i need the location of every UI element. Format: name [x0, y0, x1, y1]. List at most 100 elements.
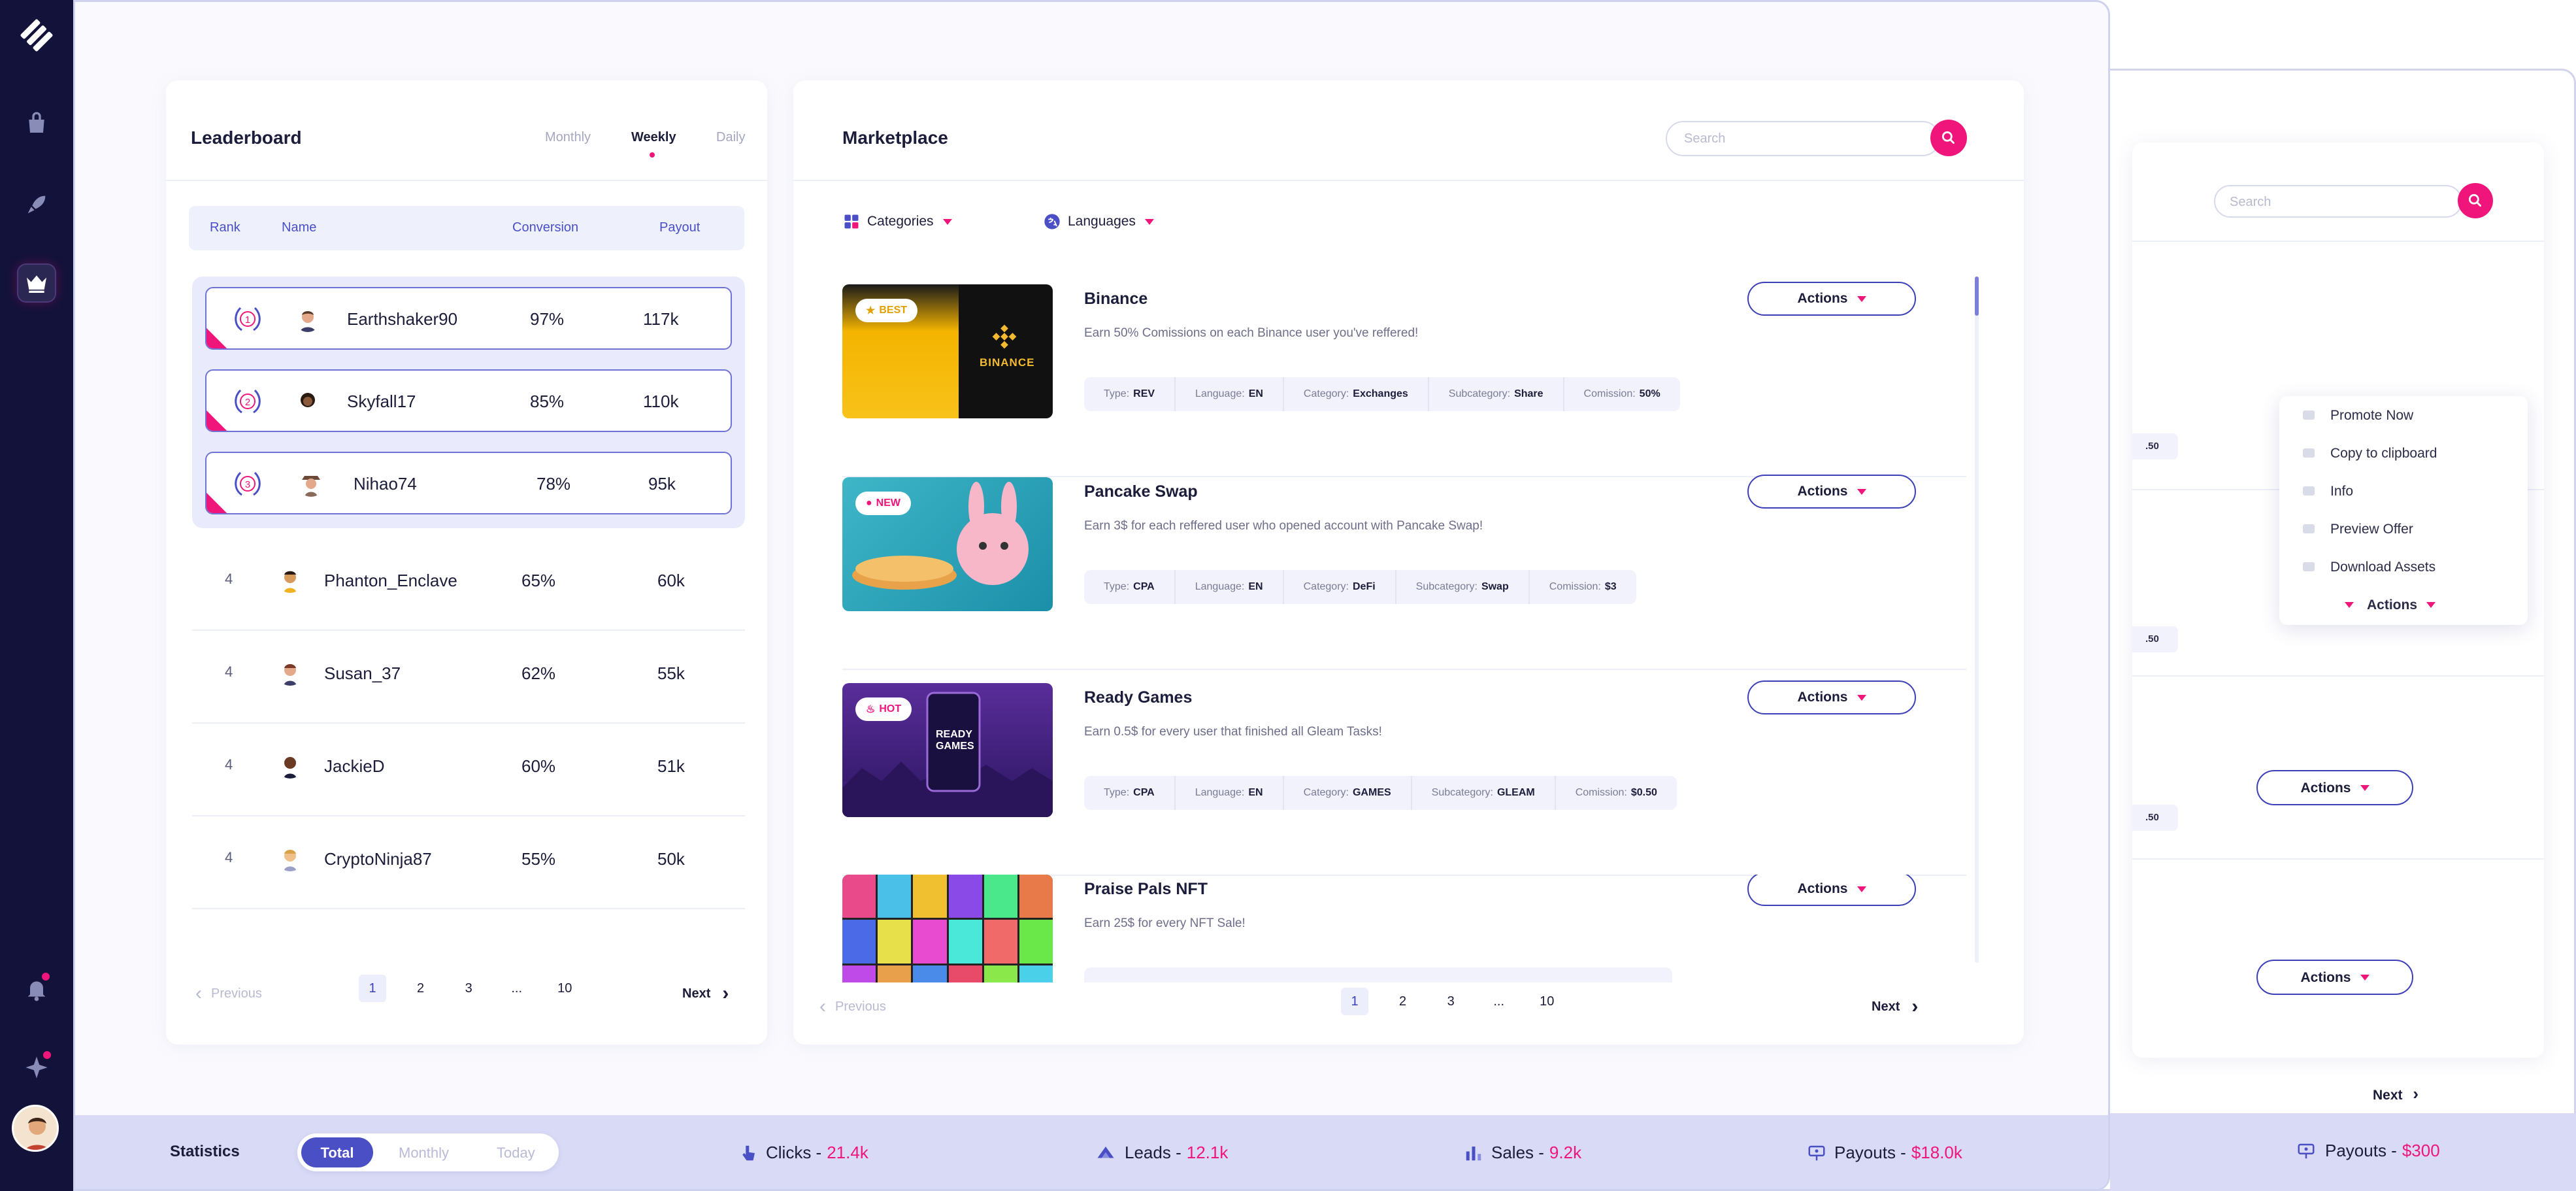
- payouts-icon: [1808, 1145, 1825, 1160]
- toggle-today[interactable]: Today: [497, 1145, 535, 1162]
- previous-page-link[interactable]: ‹ Previous: [819, 996, 886, 1018]
- statistics-bar: Statistics Total Monthly Today Clicks -2…: [75, 1115, 2108, 1189]
- row-rank: 4: [225, 663, 233, 680]
- offer-card: ● NEW Pancake Swap Earn 3$ for each reffe…: [842, 475, 1966, 670]
- offer-description: Earn 3$ for each reffered user who opene…: [1084, 519, 1483, 533]
- page-2[interactable]: 2: [407, 975, 435, 1002]
- binance-thumbnail: ★ BEST BINANCE: [842, 284, 1053, 418]
- header-payout: Payout: [659, 220, 701, 235]
- search-icon: [2468, 193, 2481, 207]
- offer-title[interactable]: Pancake Swap: [1084, 482, 1198, 501]
- actions-button[interactable]: Actions: [1747, 875, 1916, 906]
- menu-item-promote[interactable]: Promote Now: [2279, 396, 2528, 434]
- search-input[interactable]: Search: [1666, 121, 1940, 156]
- scrollbar[interactable]: [1975, 277, 1979, 963]
- bg-search-input[interactable]: Search: [2214, 185, 2462, 218]
- tab-daily[interactable]: Daily: [716, 130, 745, 145]
- player-payout: 55k: [657, 663, 685, 683]
- tag-category: Category: GAMES: [1284, 776, 1412, 810]
- background-window: Search .50 .50 Actions .50 Actions Promo…: [2078, 69, 2576, 1191]
- tag-category: Category: Exchanges: [1284, 377, 1429, 411]
- offer-tags: Type: CPA Language: EN Category: GAMES Subc…: [1084, 776, 1677, 810]
- page-2[interactable]: 2: [1389, 988, 1417, 1015]
- page-10[interactable]: 10: [551, 975, 578, 1002]
- offer-title[interactable]: Ready Games: [1084, 688, 1192, 707]
- player-name: Skyfall17: [347, 392, 416, 411]
- tag-subcategory: Subcategory: Swap: [1396, 570, 1530, 604]
- menu-item-download[interactable]: Download Assets: [2279, 548, 2528, 586]
- row-rank: 4: [225, 849, 233, 865]
- tag-type: Type: CPA: [1084, 570, 1176, 604]
- table-row[interactable]: 4 Susan_37 62% 55k: [192, 631, 745, 724]
- menu-item-copy[interactable]: Copy to clipboard: [2279, 434, 2528, 472]
- tag-type: Type: REV: [1084, 377, 1176, 411]
- actions-button[interactable]: Actions: [1747, 282, 1916, 316]
- bg-search-button[interactable]: [2458, 183, 2493, 218]
- praise-pals-thumbnail: [842, 875, 1053, 982]
- menu-item-info[interactable]: Info: [2279, 472, 2528, 510]
- player-conversion: 65%: [521, 571, 556, 590]
- offer-title[interactable]: Praise Pals NFT: [1084, 880, 1208, 899]
- player-payout: 60k: [657, 571, 685, 590]
- statistics-period-toggle: Total Monthly Today: [297, 1133, 559, 1171]
- header-rank: Rank: [210, 220, 240, 235]
- ready-games-thumbnail: READY GAMES ♨ HOT: [842, 683, 1053, 817]
- avatar: [284, 850, 297, 871]
- binance-wordmark: BINANCE: [980, 356, 1035, 369]
- bg-actions-button[interactable]: Actions: [2256, 960, 2413, 995]
- laurel-medal-icon: 1: [235, 307, 261, 331]
- actions-button[interactable]: Actions: [1747, 680, 1916, 714]
- avatar[interactable]: [12, 1105, 59, 1152]
- menu-actions-toggle[interactable]: Actions: [2279, 586, 2528, 624]
- podium-row[interactable]: 3 Nihao74 78% 95k: [205, 452, 732, 514]
- bg-actions-button[interactable]: Actions: [2256, 770, 2413, 805]
- bg-next-link[interactable]: Next ›: [2373, 1084, 2419, 1104]
- page-1[interactable]: 1: [359, 975, 386, 1002]
- sales-icon: [1466, 1146, 1481, 1160]
- row-rank: 4: [225, 756, 233, 773]
- page-ellipsis: ...: [1493, 994, 1505, 1009]
- offer-card: READY GAMES ♨ HOT Ready Games Earn 0.5$ f…: [842, 680, 1966, 876]
- toggle-total[interactable]: Total: [301, 1137, 373, 1167]
- player-conversion: 62%: [521, 663, 556, 683]
- menu-item-preview[interactable]: Preview Offer: [2279, 510, 2528, 548]
- page-3[interactable]: 3: [455, 975, 482, 1002]
- podium-row[interactable]: 1 Earthshaker90 97% 117k: [205, 287, 732, 350]
- payouts-icon: [2298, 1143, 2315, 1158]
- toggle-monthly[interactable]: Monthly: [399, 1145, 449, 1162]
- page-3[interactable]: 3: [1437, 988, 1464, 1015]
- tab-monthly[interactable]: Monthly: [545, 130, 591, 145]
- main-window: Leaderboard Monthly Weekly Daily Rank Na…: [73, 0, 2110, 1191]
- table-row[interactable]: 4 JackieD 60% 51k: [192, 724, 745, 816]
- tab-weekly[interactable]: Weekly: [631, 130, 676, 145]
- search-button[interactable]: [1930, 120, 1967, 156]
- next-page-link[interactable]: Next ›: [1872, 996, 1918, 1018]
- actions-button[interactable]: Actions: [1747, 475, 1916, 509]
- stat-sales: Sales -9.2k: [1464, 1143, 1581, 1163]
- logo-icon[interactable]: [18, 17, 55, 54]
- sparkle-dot: [43, 1051, 51, 1059]
- table-row[interactable]: 4 Phanton_Enclave 65% 60k: [192, 538, 745, 631]
- leads-icon: [1097, 1146, 1114, 1158]
- pagination: 1 2 3 ... 10: [359, 975, 578, 1002]
- crown-icon[interactable]: [18, 265, 55, 301]
- player-name: Phanton_Enclave: [324, 571, 457, 590]
- languages-filter[interactable]: Languages: [1043, 212, 1154, 231]
- player-conversion: 55%: [521, 849, 556, 869]
- offer-tags: [1084, 967, 1672, 982]
- rocket-icon[interactable]: [18, 186, 55, 223]
- shop-icon[interactable]: [18, 105, 55, 141]
- table-row[interactable]: 4 CryptoNinja87 55% 50k: [192, 816, 745, 909]
- bg-tag: .50: [2132, 433, 2178, 460]
- next-page-link[interactable]: Next ›: [682, 982, 729, 1005]
- categories-filter[interactable]: Categories: [842, 212, 952, 231]
- previous-page-link[interactable]: ‹ Previous: [195, 982, 262, 1005]
- offer-badge: ♨ HOT: [855, 697, 912, 721]
- page-1[interactable]: 1: [1341, 988, 1368, 1015]
- offer-title[interactable]: Binance: [1084, 290, 1148, 309]
- podium-row[interactable]: 2 Skyfall17 85% 110k: [205, 369, 732, 432]
- page-10[interactable]: 10: [1533, 988, 1560, 1015]
- avatar: [284, 664, 297, 686]
- pagination: 1 2 3 ... 10: [1341, 988, 1560, 1015]
- avatar: [284, 571, 297, 593]
